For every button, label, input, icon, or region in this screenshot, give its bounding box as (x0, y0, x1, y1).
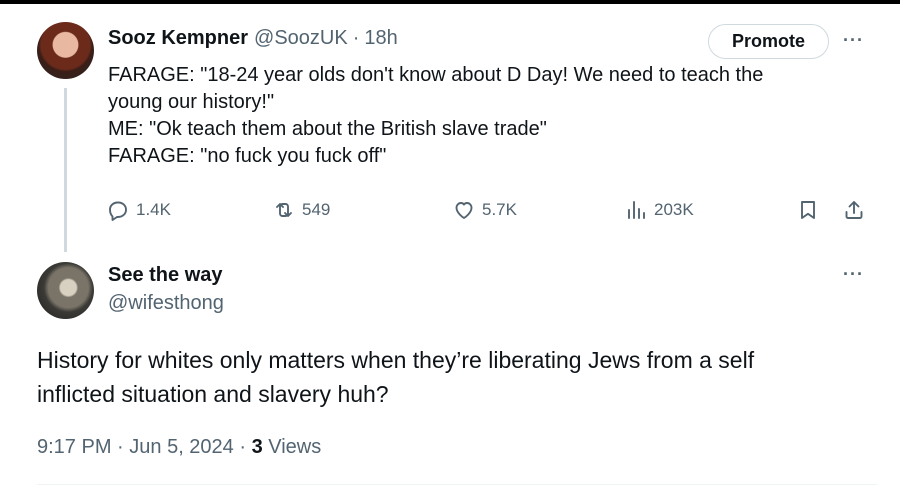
share-icon (845, 201, 863, 219)
display-name[interactable]: Sooz Kempner (108, 27, 248, 50)
reply-button[interactable]: 1.4K (106, 198, 171, 222)
user-handle[interactable]: @SoozUK (254, 27, 348, 50)
reply-count: 1.4K (136, 200, 171, 219)
tweet-text-line: History for whites only matters when the… (37, 347, 755, 373)
meta-separator: · (233, 436, 252, 458)
divider (37, 484, 877, 485)
views-button[interactable]: 203K (624, 198, 694, 222)
bookmark-icon (801, 201, 815, 219)
like-icon (455, 202, 473, 219)
tweet-text: History for whites only matters when the… (37, 343, 877, 411)
views-icon (628, 201, 645, 219)
more-options-icon[interactable]: ··· (843, 30, 864, 51)
views-label: Views (262, 436, 322, 458)
post-time[interactable]: 9:17 PM (37, 436, 111, 458)
share-button[interactable] (842, 198, 866, 222)
meta-separator: · (111, 436, 130, 458)
thread-connector-line (64, 88, 67, 252)
avatar[interactable] (37, 262, 94, 319)
tweet-timestamp[interactable]: 18h (364, 27, 397, 50)
tweet-meta: 9:17 PM · Jun 5, 2024 · 3 Views (37, 436, 321, 459)
display-name[interactable]: See the way (108, 264, 223, 287)
like-count: 5.7K (482, 200, 517, 219)
views-count: 3 (251, 436, 263, 458)
tweet-text: FARAGE: "18-24 year olds don't know abou… (108, 62, 868, 170)
top-edge-bar (0, 0, 900, 4)
separator-dot: · (352, 27, 360, 49)
tweet-text-line: FARAGE: "no fuck you fuck off" (108, 145, 387, 167)
tweet-text-line: ME: "Ok teach them about the British sla… (108, 118, 547, 140)
tweet-text-line: inflicted situation and slavery huh? (37, 381, 389, 407)
post-date[interactable]: Jun 5, 2024 (129, 436, 234, 458)
bookmark-button[interactable] (796, 198, 820, 222)
tweet-text-line: young our history!" (108, 91, 275, 113)
like-button[interactable]: 5.7K (452, 198, 517, 222)
tweet-action-bar: 1.4K 549 5.7K 203K (106, 198, 876, 228)
reply-icon (109, 201, 127, 221)
avatar[interactable] (37, 22, 94, 79)
repost-icon (276, 203, 292, 217)
user-handle[interactable]: @wifesthong (108, 292, 224, 315)
repost-count: 549 (302, 200, 331, 219)
repost-button[interactable]: 549 (272, 198, 330, 222)
tweet-text-line: FARAGE: "18-24 year olds don't know abou… (108, 64, 764, 86)
promote-button[interactable]: Promote (708, 24, 829, 59)
more-options-icon[interactable]: ··· (843, 264, 864, 285)
tweet-header: Sooz Kempner @SoozUK · 18h (108, 27, 398, 50)
views-count: 203K (654, 200, 694, 219)
